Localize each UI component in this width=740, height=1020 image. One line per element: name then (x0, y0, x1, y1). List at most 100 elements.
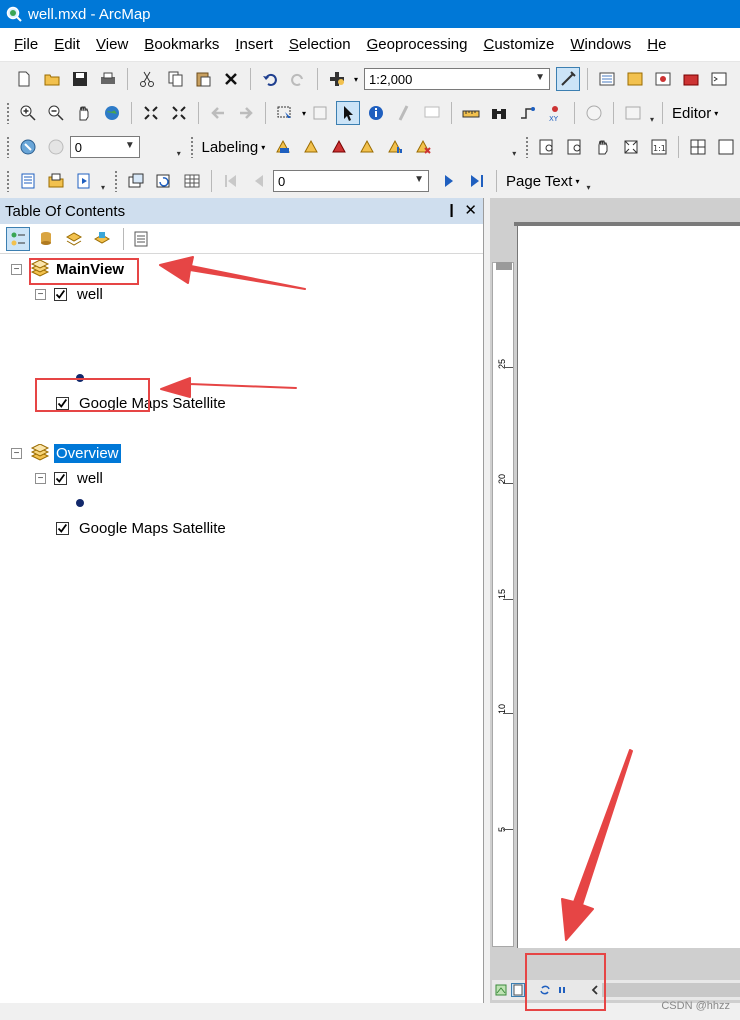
pin-icon[interactable]: ❙ (446, 202, 457, 218)
layer-well[interactable]: − well (35, 283, 103, 305)
redo-icon[interactable] (286, 67, 310, 91)
horizontal-scrollbar[interactable] (602, 983, 740, 997)
list-by-selection-icon[interactable] (90, 227, 114, 251)
measure-icon[interactable] (459, 101, 483, 125)
time-slider-icon[interactable] (582, 101, 606, 125)
html-popup-icon[interactable] (420, 101, 444, 125)
clear-selection-icon[interactable] (308, 101, 332, 125)
refresh-pages-icon[interactable] (72, 169, 96, 193)
arctoolbox-icon[interactable] (679, 67, 703, 91)
delete-icon[interactable] (219, 67, 243, 91)
close-icon[interactable]: ✕ (464, 201, 477, 219)
find-route-icon[interactable] (515, 101, 539, 125)
georeferencing-icon[interactable] (16, 135, 40, 159)
georef-layer-combo[interactable]: 0 ▼ (69, 136, 140, 158)
fixed-zoom-out-icon[interactable] (167, 101, 191, 125)
paste-icon[interactable] (191, 67, 215, 91)
data-driven-pages-setup-icon[interactable] (16, 169, 40, 193)
georef-layer-disabled-icon[interactable] (44, 135, 68, 159)
cut-icon[interactable] (135, 67, 159, 91)
toolbar-overflow-chevron[interactable]: ▾ (647, 102, 657, 124)
menu-selection[interactable]: Selection (281, 36, 359, 53)
first-page-icon[interactable] (219, 169, 243, 193)
label-weight-icon[interactable] (411, 135, 435, 159)
menu-customize[interactable]: Customize (476, 36, 563, 53)
data-frame-overview[interactable]: − Overview (11, 442, 121, 464)
toolbar-grip[interactable] (6, 102, 10, 124)
select-elements-pointer-icon[interactable] (336, 101, 361, 125)
menu-windows[interactable]: Windows (562, 36, 639, 53)
fixed-zoom-in-icon[interactable] (139, 101, 163, 125)
hyperlink-icon[interactable] (392, 101, 416, 125)
identify-icon[interactable] (364, 101, 388, 125)
zoom-whole-page-icon[interactable] (619, 135, 643, 159)
labeling-menu[interactable]: Labeling ▾ (198, 139, 270, 156)
lock-labels-icon[interactable] (299, 135, 323, 159)
menu-insert[interactable]: Insert (227, 36, 281, 53)
toolbar-grip[interactable] (6, 136, 10, 158)
attribute-table-icon[interactable] (180, 169, 204, 193)
search-window-icon[interactable] (651, 67, 675, 91)
go-back-arrow-icon[interactable] (206, 101, 230, 125)
pages-folder-icon[interactable] (44, 169, 68, 193)
layer-visibility-checkbox[interactable] (54, 471, 67, 485)
toolbar-grip[interactable] (189, 136, 194, 158)
add-data-icon[interactable] (325, 67, 349, 91)
viewer-window-icon[interactable] (621, 101, 645, 125)
table-of-contents-icon[interactable] (595, 67, 619, 91)
go-to-xy-icon[interactable]: XY (543, 101, 567, 125)
list-by-source-icon[interactable] (34, 227, 58, 251)
menu-help[interactable]: He (639, 36, 674, 53)
label-priority-icon[interactable] (383, 135, 407, 159)
collapse-toggle-icon[interactable]: − (35, 288, 46, 300)
print-icon[interactable] (96, 67, 120, 91)
layer-visibility-checkbox[interactable] (54, 287, 67, 301)
toolbar-grip[interactable] (114, 170, 118, 192)
layout-zoom-in-icon[interactable] (535, 135, 559, 159)
zoom-in-icon[interactable] (16, 101, 40, 125)
layout-page[interactable] (517, 226, 740, 948)
toolbar-overflow-chevron[interactable]: ▾ (174, 136, 184, 158)
open-folder-icon[interactable] (40, 67, 64, 91)
map-scale-combo[interactable]: 1:2,000 ▼ (364, 68, 551, 90)
editor-menu[interactable]: Editor ▾ (668, 105, 722, 122)
data-view-icon[interactable] (494, 983, 508, 997)
select-features-icon[interactable] (273, 101, 297, 125)
model-builder-icon[interactable] (735, 67, 740, 91)
collapse-toggle-icon[interactable]: − (11, 263, 22, 275)
toggle-draft-mode-icon[interactable] (686, 135, 710, 159)
menu-edit[interactable]: Edit (46, 36, 88, 53)
refresh-icon[interactable] (152, 169, 176, 193)
zoom-100-percent-icon[interactable]: 1:1 (647, 135, 671, 159)
save-icon[interactable] (68, 67, 92, 91)
zoom-out-icon[interactable] (44, 101, 68, 125)
page-number-combo[interactable]: 0 ▼ (273, 170, 429, 192)
collapse-toggle-icon[interactable]: − (35, 472, 46, 484)
toolbar-overflow-chevron[interactable]: ▾ (583, 170, 593, 192)
export-pages-icon[interactable] (124, 169, 148, 193)
python-window-icon[interactable] (707, 67, 731, 91)
full-extent-globe-icon[interactable] (100, 101, 124, 125)
undo-icon[interactable] (258, 67, 282, 91)
menu-file[interactable]: File (6, 36, 46, 53)
page-text-menu[interactable]: Page Text ▾ (502, 173, 583, 190)
pause-labeling-icon[interactable] (327, 135, 351, 159)
new-document-icon[interactable] (12, 67, 36, 91)
add-data-dropdown-icon[interactable]: ▾ (354, 75, 358, 84)
toolbar-overflow-chevron[interactable]: ▾ (509, 136, 519, 158)
pan-hand-icon[interactable] (72, 101, 96, 125)
toolbar-grip[interactable] (525, 136, 529, 158)
previous-page-icon[interactable] (247, 169, 271, 193)
layout-view-icon[interactable] (511, 983, 525, 997)
find-binoculars-icon[interactable] (487, 101, 511, 125)
toolbar-overflow-chevron[interactable]: ▾ (98, 170, 108, 192)
last-page-icon[interactable] (465, 169, 489, 193)
list-by-drawing-order-icon[interactable] (6, 226, 30, 251)
label-manager-icon[interactable] (271, 135, 295, 159)
list-by-visibility-icon[interactable] (62, 227, 86, 251)
editor-toolbar-icon[interactable] (556, 67, 581, 91)
collapse-toggle-icon[interactable]: − (11, 447, 22, 459)
toc-options-icon[interactable] (129, 227, 153, 251)
select-features-dropdown-icon[interactable]: ▾ (302, 109, 306, 118)
menu-geoprocessing[interactable]: Geoprocessing (359, 36, 476, 53)
